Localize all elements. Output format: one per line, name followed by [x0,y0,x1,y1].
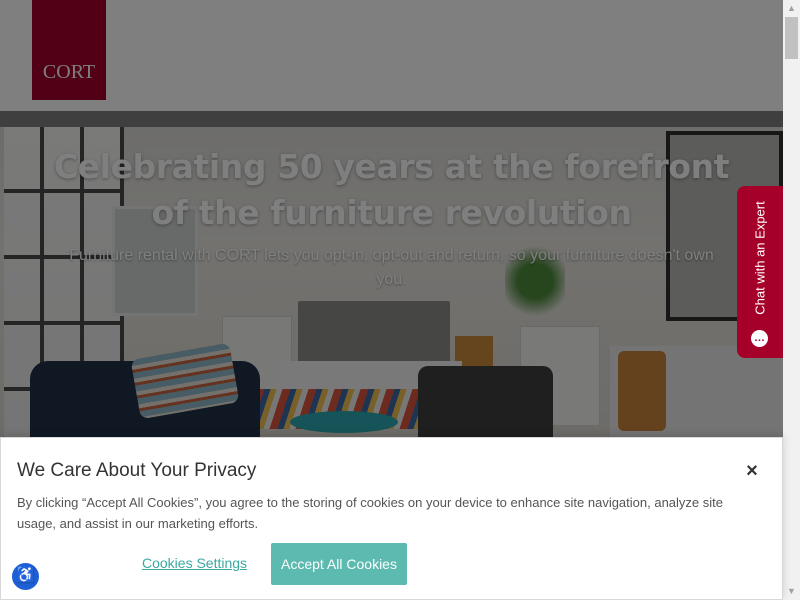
cookie-banner-text: By clicking “Accept All Cookies”, you ag… [17,495,723,531]
scroll-thumb[interactable] [785,17,798,59]
chat-bubble-icon: … [751,330,768,347]
scroll-down-arrow-icon[interactable]: ▼ [783,583,800,600]
chat-with-expert-tab[interactable]: Chat with an Expert … [737,186,783,358]
accept-all-cookies-button[interactable]: Accept All Cookies [271,543,407,585]
vertical-scrollbar[interactable]: ▲ ▼ [783,0,800,600]
scroll-up-arrow-icon[interactable]: ▲ [783,0,800,17]
cookie-banner-title: We Care About Your Privacy [17,460,257,481]
cookies-settings-link[interactable]: Cookies Settings [142,555,247,571]
close-icon[interactable]: × [741,460,763,482]
chat-label: Chat with an Expert [752,201,768,315]
accessibility-icon[interactable]: ♿ [10,561,41,592]
cookie-consent-banner: We Care About Your Privacy × By clicking… [0,437,783,600]
